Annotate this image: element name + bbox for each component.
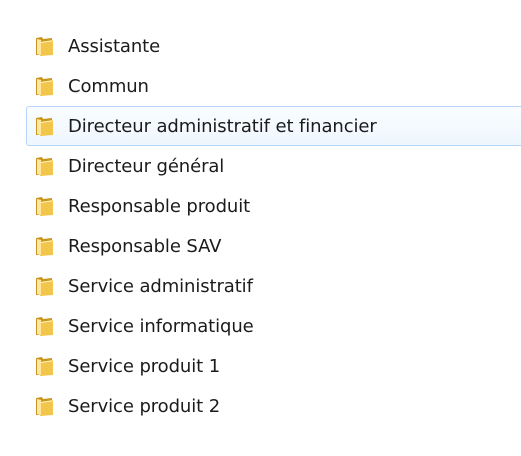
folder-label: Directeur général (68, 155, 225, 177)
folder-item[interactable]: Service produit 1 (26, 346, 521, 386)
folder-item[interactable]: Assistante (26, 26, 521, 66)
folder-label: Commun (68, 75, 149, 97)
folder-label: Service administratif (68, 275, 253, 297)
folder-label: Service produit 1 (68, 355, 221, 377)
folder-item[interactable]: Service informatique (26, 306, 521, 346)
folder-label: Service produit 2 (68, 395, 221, 417)
folder-item[interactable]: Responsable produit (26, 186, 521, 226)
folder-icon (36, 397, 53, 416)
folder-icon (36, 197, 53, 216)
folder-icon (36, 157, 53, 176)
folder-item[interactable]: Responsable SAV (26, 226, 521, 266)
folder-icon (36, 117, 53, 136)
folder-icon (36, 77, 53, 96)
folder-icon (36, 237, 53, 256)
folder-label: Assistante (68, 35, 161, 57)
folder-item[interactable]: Directeur administratif et financier (26, 106, 521, 146)
folder-item[interactable]: Service administratif (26, 266, 521, 306)
folder-icon (36, 277, 53, 296)
folder-icon (36, 37, 53, 56)
folder-item[interactable]: Commun (26, 66, 521, 106)
folder-label: Responsable SAV (68, 235, 222, 257)
folder-label: Service informatique (68, 315, 254, 337)
folder-icon (36, 357, 53, 376)
folder-label: Directeur administratif et financier (68, 115, 377, 137)
folder-list: Assistante Commun Directeur administratif … (26, 26, 521, 426)
folder-icon (36, 317, 53, 336)
folder-label: Responsable produit (68, 195, 251, 217)
folder-item[interactable]: Directeur général (26, 146, 521, 186)
folder-item[interactable]: Service produit 2 (26, 386, 521, 426)
